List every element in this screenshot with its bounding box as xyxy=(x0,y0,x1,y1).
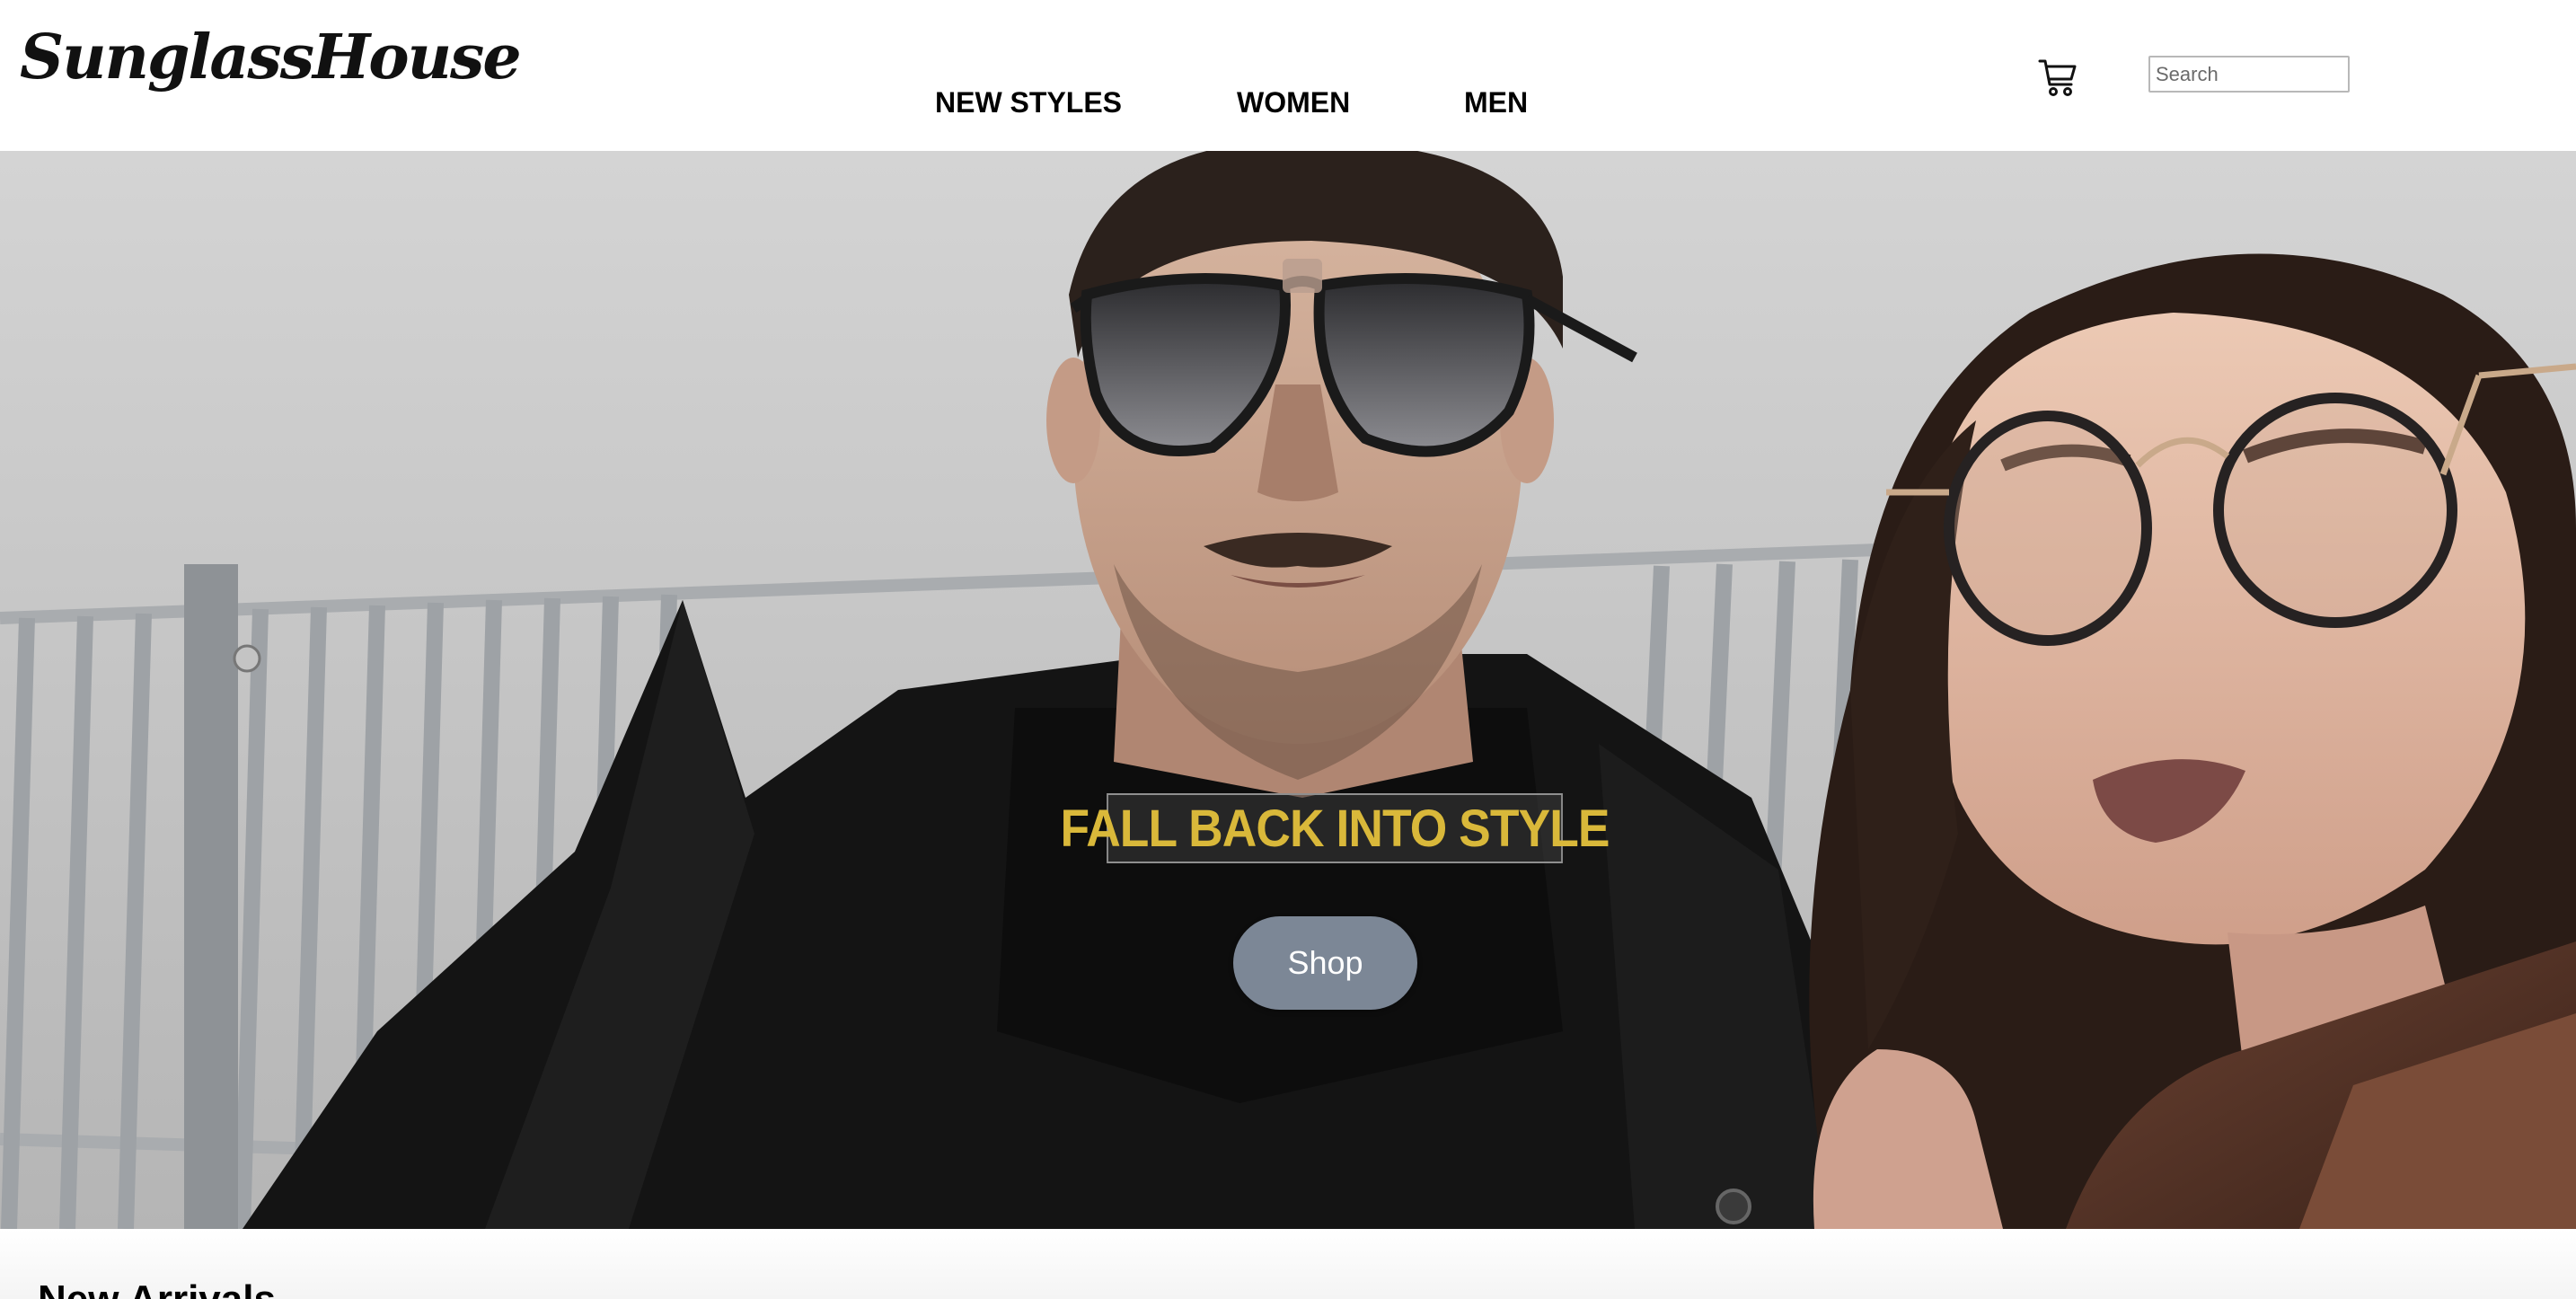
search-input[interactable] xyxy=(2148,56,2350,93)
shopping-cart-icon[interactable] xyxy=(2037,56,2080,99)
nav-item-new-styles[interactable]: NEW STYLES xyxy=(935,86,1122,119)
new-arrivals-section: New Arrivals xyxy=(0,1229,2576,1299)
section-title: New Arrivals xyxy=(38,1277,276,1299)
site-header: SunglassHouse NEW STYLES WOMEN MEN xyxy=(0,0,2576,151)
shop-button[interactable]: Shop xyxy=(1233,916,1417,1010)
hero-image xyxy=(0,151,2576,1229)
site-logo[interactable]: SunglassHouse xyxy=(20,27,522,88)
nav-item-women[interactable]: WOMEN xyxy=(1237,86,1350,119)
hero-headline: FALL BACK INTO STYLE xyxy=(1060,793,1610,863)
hero-banner: FALL BACK INTO STYLE Shop xyxy=(0,151,2576,1229)
nav-item-men[interactable]: MEN xyxy=(1464,86,1528,119)
